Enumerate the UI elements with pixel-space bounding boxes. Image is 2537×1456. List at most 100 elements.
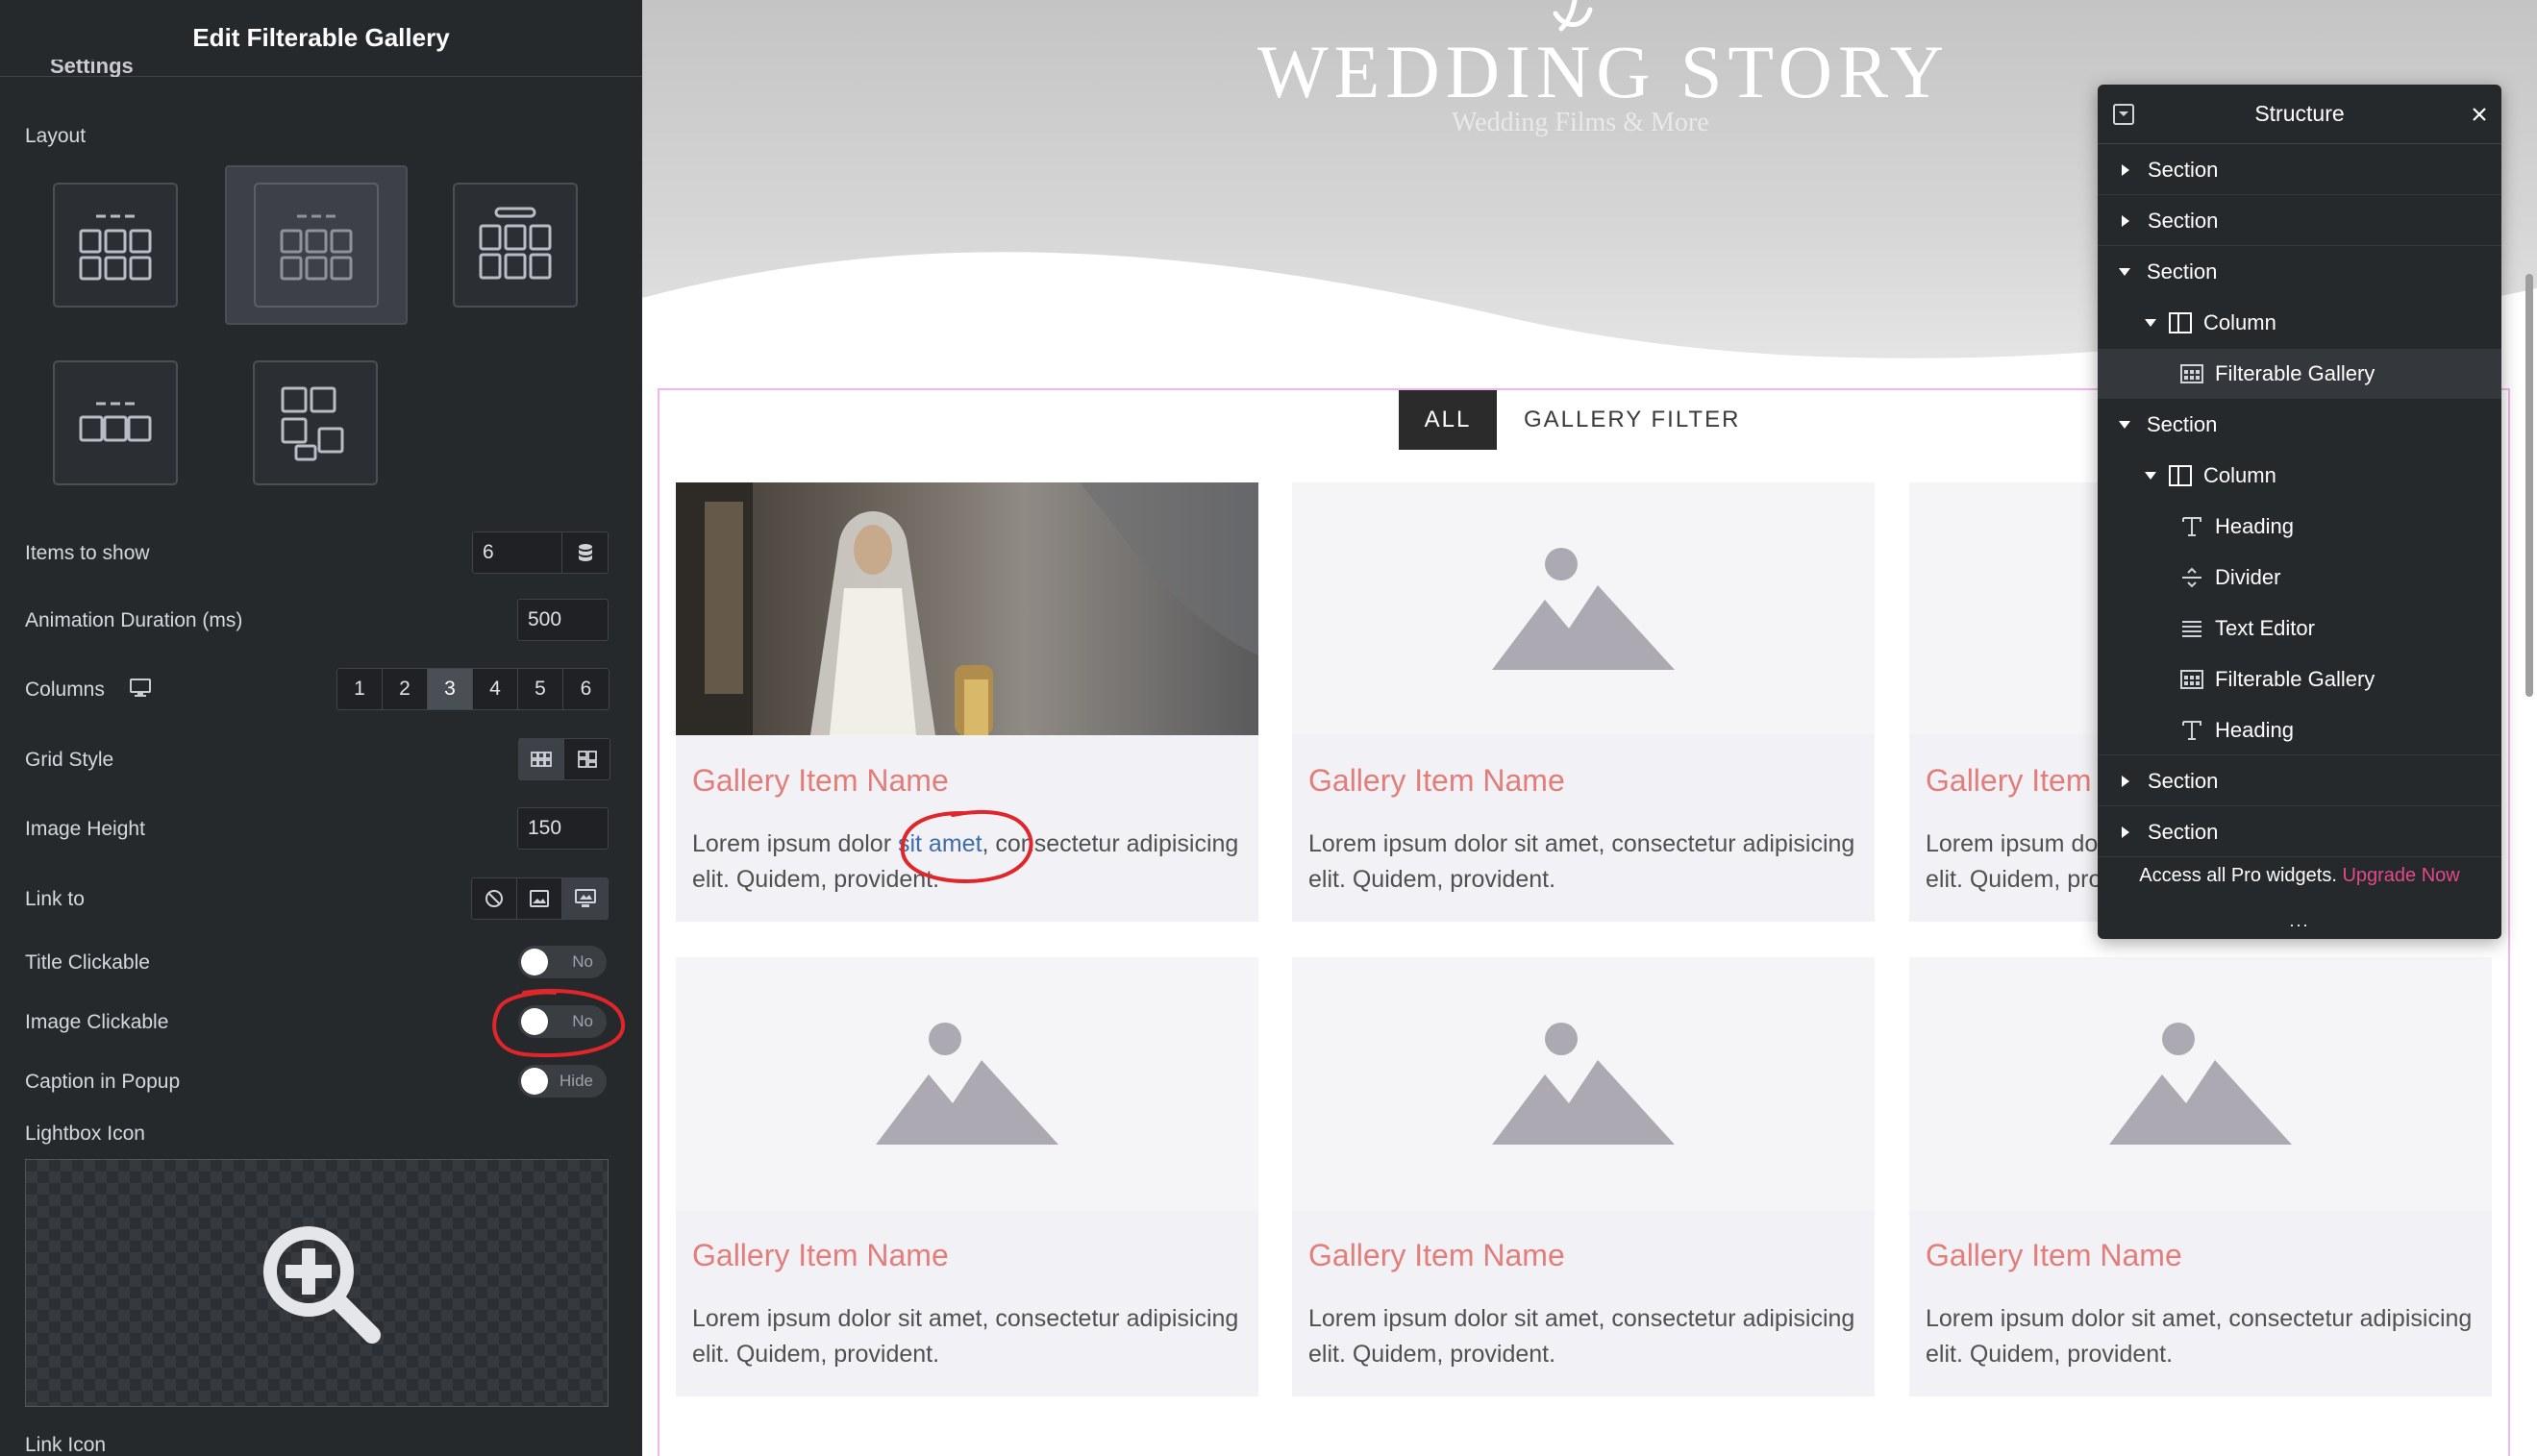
image-height-label: Image Height bbox=[25, 818, 145, 840]
title-clickable-toggle[interactable]: No bbox=[518, 946, 607, 978]
layout-masonry-icon bbox=[281, 386, 344, 461]
link-to-lightbox[interactable] bbox=[562, 878, 608, 919]
gallery-item-title[interactable]: Gallery Item Name bbox=[1926, 1238, 2182, 1273]
gallery-item[interactable]: Gallery Item Name Lorem ipsum dolor sit … bbox=[1292, 957, 1875, 1396]
close-icon[interactable] bbox=[2471, 106, 2488, 123]
resize-handle[interactable]: ... bbox=[2098, 911, 2501, 931]
image-height-input[interactable]: 150 bbox=[517, 807, 609, 850]
structure-item-heading[interactable]: Heading bbox=[2098, 705, 2501, 755]
layout-option-2-selected[interactable] bbox=[225, 165, 408, 325]
masonry-icon bbox=[577, 751, 597, 768]
structure-panel: Structure Section Section Section Column… bbox=[2098, 85, 2501, 939]
caret-right-icon[interactable] bbox=[2121, 214, 2130, 228]
filter-gallery-button[interactable]: GALLERY FILTER bbox=[1524, 390, 1740, 450]
gallery-item-photo[interactable] bbox=[676, 482, 1258, 735]
caret-down-icon[interactable] bbox=[2118, 420, 2131, 430]
layout-option-4[interactable] bbox=[53, 360, 178, 485]
structure-header[interactable]: Structure bbox=[2098, 85, 2501, 144]
caret-right-icon[interactable] bbox=[2121, 163, 2130, 177]
caret-right-icon[interactable] bbox=[2121, 826, 2130, 839]
structure-item-section[interactable]: Section bbox=[2098, 145, 2501, 195]
desc-link[interactable]: sit amet bbox=[898, 830, 982, 857]
structure-item-filterable-gallery-selected[interactable]: Filterable Gallery bbox=[2098, 349, 2501, 399]
link-to-label: Link to bbox=[25, 888, 85, 910]
link-to-none[interactable] bbox=[472, 878, 517, 919]
animation-duration-input[interactable]: 500 bbox=[517, 599, 609, 641]
structure-item-section[interactable]: Section bbox=[2098, 196, 2501, 246]
columns-option[interactable]: 2 bbox=[383, 669, 428, 709]
gallery-item-thumb[interactable] bbox=[1292, 957, 1875, 1210]
layout-grid-icon bbox=[479, 207, 552, 280]
structure-item-section[interactable]: Section bbox=[2098, 756, 2501, 806]
layout-option-5[interactable] bbox=[253, 360, 378, 485]
grid-style-label: Grid Style bbox=[25, 749, 114, 771]
heading-icon bbox=[2182, 720, 2201, 740]
toggle-knob bbox=[521, 949, 548, 975]
caption-popup-toggle[interactable]: Hide bbox=[518, 1065, 607, 1098]
structure-upgrade-notice: Access all Pro widgets. Upgrade Now bbox=[2098, 865, 2501, 887]
structure-item-label: Column bbox=[2203, 463, 2276, 487]
grid-style-grid[interactable] bbox=[519, 739, 564, 779]
upgrade-text: Access all Pro widgets. bbox=[2139, 865, 2337, 886]
gallery-item-title[interactable]: Gallery Item Name bbox=[692, 763, 949, 799]
lightbox-icon-picker[interactable] bbox=[25, 1159, 609, 1407]
columns-option[interactable]: 6 bbox=[563, 669, 609, 709]
structure-item-label: Filterable Gallery bbox=[2215, 667, 2375, 691]
gallery-widget-icon bbox=[2180, 363, 2203, 383]
dynamic-tags-button[interactable] bbox=[562, 531, 609, 574]
image-clickable-toggle[interactable]: No bbox=[518, 1005, 607, 1038]
structure-item-label: Section bbox=[2147, 259, 2218, 284]
toggle-state: No bbox=[572, 1012, 593, 1030]
grid-style-masonry[interactable] bbox=[564, 739, 609, 779]
gallery-item-title[interactable]: Gallery Item Name bbox=[1308, 763, 1565, 799]
gallery-item-title[interactable]: Gallery Item Name bbox=[1308, 1238, 1565, 1273]
text-editor-icon bbox=[2182, 621, 2201, 637]
caret-down-icon[interactable] bbox=[2144, 471, 2157, 481]
structure-item-heading[interactable]: Heading bbox=[2098, 502, 2501, 552]
link-to-media[interactable] bbox=[517, 878, 562, 919]
structure-item-column[interactable]: Column bbox=[2098, 298, 2501, 348]
image-placeholder-icon bbox=[876, 1022, 1058, 1145]
items-to-show-label: Items to show bbox=[25, 542, 150, 564]
columns-option-selected[interactable]: 3 bbox=[428, 669, 473, 709]
structure-item-column[interactable]: Column bbox=[2098, 451, 2501, 501]
columns-option[interactable]: 4 bbox=[473, 669, 518, 709]
gallery-item-thumb[interactable] bbox=[1909, 957, 2492, 1210]
gallery-item[interactable]: Gallery Item Name Lorem ipsum dolor sit … bbox=[1292, 482, 1875, 922]
upgrade-now-link[interactable]: Upgrade Now bbox=[2342, 865, 2459, 886]
gallery-item-description: Lorem ipsum dolor sit amet, consectetur … bbox=[1308, 830, 1855, 893]
structure-item-filterable-gallery[interactable]: Filterable Gallery bbox=[2098, 654, 2501, 704]
caret-down-icon[interactable] bbox=[2118, 267, 2131, 277]
toggle-knob bbox=[521, 1008, 548, 1035]
structure-item-label: Filterable Gallery bbox=[2215, 360, 2375, 385]
layout-grid-icon bbox=[79, 214, 152, 281]
grid-style-selector bbox=[518, 738, 610, 780]
caret-down-icon[interactable] bbox=[2144, 318, 2157, 328]
gallery-item[interactable]: Gallery Item Name Lorem ipsum dolor sit … bbox=[676, 957, 1258, 1396]
gallery-item-thumb[interactable] bbox=[676, 957, 1258, 1210]
caret-right-icon[interactable] bbox=[2121, 775, 2130, 788]
columns-label: Columns bbox=[25, 679, 105, 701]
desktop-icon[interactable] bbox=[130, 679, 151, 698]
bride-photo bbox=[676, 482, 1258, 735]
structure-item-section[interactable]: Section bbox=[2098, 807, 2501, 857]
filter-all-button[interactable]: ALL bbox=[1399, 390, 1497, 450]
structure-item-text-editor[interactable]: Text Editor bbox=[2098, 604, 2501, 654]
image-icon bbox=[530, 890, 549, 907]
layout-option-1[interactable] bbox=[53, 183, 178, 308]
gallery-item[interactable]: Gallery Item Name Lorem ipsum dolor sit … bbox=[1909, 957, 2492, 1396]
items-to-show-input[interactable]: 6 bbox=[472, 531, 562, 574]
gallery-item-thumb[interactable] bbox=[1292, 482, 1875, 735]
structure-item-section[interactable]: Section bbox=[2098, 247, 2501, 297]
gallery-item-title[interactable]: Gallery Item Name bbox=[692, 1238, 949, 1273]
columns-selector: 1 2 3 4 5 6 bbox=[336, 668, 609, 710]
layout-option-3[interactable] bbox=[453, 183, 578, 308]
columns-option[interactable]: 1 bbox=[337, 669, 383, 709]
canvas-scrollbar[interactable] bbox=[2525, 274, 2533, 697]
columns-option[interactable]: 5 bbox=[518, 669, 563, 709]
caption-popup-label: Caption in Popup bbox=[25, 1071, 181, 1093]
structure-item-label: Section bbox=[2148, 157, 2219, 182]
structure-item-divider[interactable]: Divider bbox=[2098, 553, 2501, 603]
gallery-item[interactable]: Gallery Item Name Lorem ipsum dolor sit … bbox=[676, 482, 1258, 922]
structure-item-section[interactable]: Section bbox=[2098, 400, 2501, 450]
